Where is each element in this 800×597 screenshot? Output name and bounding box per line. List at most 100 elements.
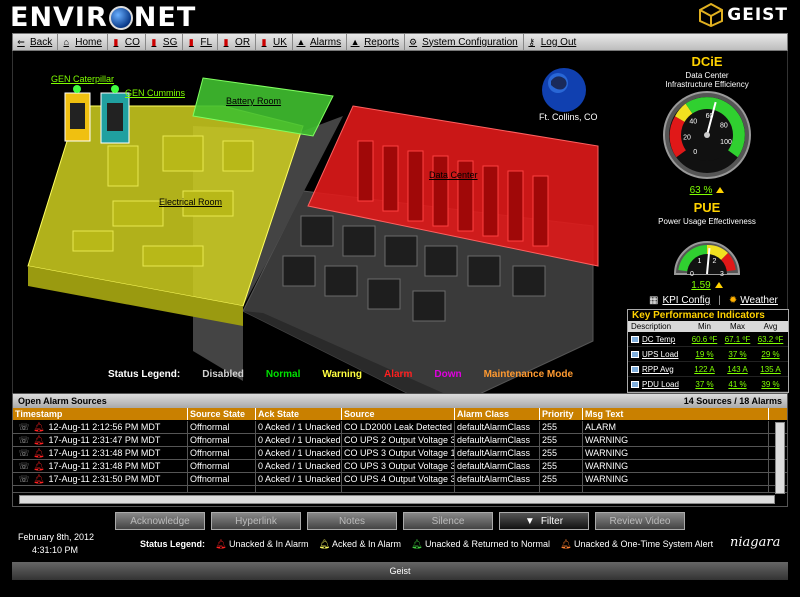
dcie-subtitle-1: Data Center bbox=[685, 71, 729, 80]
alarm-summary: 14 Sources / 18 Alarms bbox=[683, 396, 782, 406]
kpi-desc-text: RPP Avg bbox=[642, 364, 674, 374]
acknowledge-button[interactable]: Acknowledge bbox=[115, 512, 205, 530]
alarm-source: CO UPS 3 Output Voltage 1 bbox=[344, 447, 455, 459]
divider: | bbox=[718, 295, 721, 306]
alarm-msg: ALARM bbox=[583, 421, 769, 433]
kpi-row[interactable]: DC Temp 60.6 ºF 67.1 ºF 63.2 ºF bbox=[628, 332, 788, 347]
battery-room-link[interactable]: Battery Room bbox=[226, 96, 281, 106]
data-center-link[interactable]: Data Center bbox=[429, 170, 478, 180]
nav-system-configuration[interactable]: ⚙ System Configuration bbox=[405, 34, 524, 50]
col-source-state[interactable]: Source State bbox=[188, 408, 256, 420]
legend-text: Acked & In Alarm bbox=[331, 539, 401, 549]
kpi-desc[interactable]: DC Temp bbox=[628, 332, 688, 346]
col-alarm-class[interactable]: Alarm Class bbox=[455, 408, 540, 420]
dcie-gauge: 020406080100 bbox=[663, 91, 751, 179]
kpi-min[interactable]: 19 % bbox=[688, 347, 721, 361]
nav-or[interactable]: ▮ OR bbox=[218, 34, 257, 50]
kpi-avg[interactable]: 135 A bbox=[754, 362, 787, 376]
nav-alarms[interactable]: ▲ Alarms bbox=[293, 34, 348, 50]
kpi-min[interactable]: 37 % bbox=[688, 377, 721, 391]
col-msg-text[interactable]: Msg Text bbox=[583, 408, 769, 420]
nav-home[interactable]: ⌂ Home bbox=[58, 34, 108, 50]
kpi-config-link[interactable]: KPI Config bbox=[662, 295, 710, 306]
globe-icon bbox=[108, 5, 133, 30]
kpi-config-icon: ▦ bbox=[649, 295, 659, 306]
kpi-desc[interactable]: RPP Avg bbox=[628, 362, 688, 376]
gen-cummins-link[interactable]: GEN Cummins bbox=[125, 88, 185, 98]
nav-reports[interactable]: ▲ Reports bbox=[347, 34, 406, 50]
back-arrow-icon: ⇐ bbox=[17, 37, 25, 47]
horizontal-scrollbar[interactable] bbox=[19, 495, 775, 504]
alarm-source: CO UPS 3 Output Voltage 3 bbox=[344, 460, 455, 472]
nav-label: Home bbox=[75, 36, 102, 48]
kpi-min[interactable]: 122 A bbox=[688, 362, 721, 376]
kpi-desc[interactable]: PDU Load bbox=[628, 377, 688, 391]
kpi-desc-text: DC Temp bbox=[642, 334, 676, 344]
filter-button[interactable]: ▼ Filter bbox=[499, 512, 589, 530]
alarm-source: CO UPS 4 Output Voltage 3 bbox=[344, 473, 455, 485]
silence-button[interactable]: Silence bbox=[403, 512, 493, 530]
kpi-avg[interactable]: 39 % bbox=[754, 377, 787, 391]
gen-caterpillar-link[interactable]: GEN Caterpillar bbox=[51, 74, 114, 84]
kpi-avg[interactable]: 29 % bbox=[754, 347, 787, 361]
alarm-row[interactable]: ☏ 🔔︎ 17-Aug-11 2:31:48 PM MDT Offnormal 0 … bbox=[13, 460, 787, 473]
nav-back[interactable]: ⇐ Back bbox=[13, 34, 59, 50]
kpi-avg[interactable]: 63.2 ºF bbox=[754, 332, 787, 346]
alarm-row[interactable]: ☏ 🔔︎ 17-Aug-11 2:31:48 PM MDT Offnormal 0 … bbox=[13, 447, 787, 460]
col-ack-state[interactable]: Ack State bbox=[256, 408, 342, 420]
nav-sg[interactable]: ▮ SG bbox=[146, 34, 184, 50]
bell-icon: 🔔︎ bbox=[33, 474, 45, 484]
nav-label: UK bbox=[273, 36, 287, 48]
alarm-row[interactable]: ☏ 🔔︎ 12-Aug-11 2:12:56 PM MDT Offnormal 0 … bbox=[13, 421, 787, 434]
alarm-row-partial[interactable] bbox=[13, 486, 787, 493]
status-indicator bbox=[73, 85, 81, 93]
site-globe-icon[interactable] bbox=[542, 68, 586, 112]
alarm-source: CO UPS 2 Output Voltage 3 bbox=[344, 434, 455, 446]
legend-warning: Warning bbox=[322, 369, 362, 380]
bell-icon: 🔔︎ bbox=[33, 435, 45, 445]
bell-icon: 🔔︎ bbox=[560, 539, 572, 549]
nav-fl[interactable]: ▮ FL bbox=[183, 34, 219, 50]
nav-co[interactable]: ▮ CO bbox=[108, 34, 146, 50]
kpi-max[interactable]: 67.1 ºF bbox=[721, 332, 754, 346]
kpi-min[interactable]: 60.6 ºF bbox=[688, 332, 721, 346]
pue-value[interactable]: 1.59 bbox=[625, 280, 789, 291]
header: ENVIR NET GEIST bbox=[0, 0, 800, 33]
kpi-max[interactable]: 143 A bbox=[721, 362, 754, 376]
vertical-scrollbar[interactable] bbox=[775, 422, 785, 494]
alarm-ack-state: 0 Acked / 1 Unacked bbox=[258, 473, 342, 485]
review-video-button[interactable]: Review Video bbox=[595, 512, 685, 530]
kpi-desc[interactable]: UPS Load bbox=[628, 347, 688, 361]
bell-icon: 🔔︎ bbox=[33, 461, 45, 471]
col-priority[interactable]: Priority bbox=[540, 408, 583, 420]
electrical-room-link[interactable]: Electrical Room bbox=[159, 197, 222, 207]
button-label: Silence bbox=[431, 515, 465, 527]
kpi-max[interactable]: 37 % bbox=[721, 347, 754, 361]
phone-icon: ☏ bbox=[18, 474, 30, 484]
col-timestamp[interactable]: Timestamp bbox=[13, 408, 188, 420]
kpi-max[interactable]: 41 % bbox=[721, 377, 754, 391]
dcie-value[interactable]: 63 % bbox=[625, 185, 789, 196]
dcie-tick-label: 100 bbox=[720, 139, 732, 146]
kpi-row[interactable]: UPS Load 19 % 37 % 29 % bbox=[628, 347, 788, 362]
legend-text: Unacked & In Alarm bbox=[228, 539, 309, 549]
kpi-desc-text: PDU Load bbox=[642, 379, 679, 389]
weather-link[interactable]: Weather bbox=[740, 295, 778, 306]
col-source[interactable]: Source bbox=[342, 408, 455, 420]
alarm-row[interactable]: ☏ 🔔︎ 17-Aug-11 2:31:47 PM MDT Offnormal 0 … bbox=[13, 434, 787, 447]
report-icon: ▲ bbox=[350, 37, 360, 47]
generator-caterpillar[interactable] bbox=[64, 85, 91, 142]
nav-log-out[interactable]: ⚷ Log Out bbox=[524, 34, 582, 50]
alarm-header: Open Alarm Sources 14 Sources / 18 Alarm… bbox=[13, 394, 787, 408]
site-location-label[interactable]: Ft. Collins, CO bbox=[539, 112, 598, 122]
kpi-row[interactable]: RPP Avg 122 A 143 A 135 A bbox=[628, 362, 788, 377]
legend-alarm: Alarm bbox=[384, 369, 413, 380]
alarm-class: defaultAlarmClass bbox=[455, 473, 540, 485]
notes-button[interactable]: Notes bbox=[307, 512, 397, 530]
alarm-ack-state bbox=[256, 486, 342, 492]
kpi-row[interactable]: PDU Load 37 % 41 % 39 % bbox=[628, 377, 788, 392]
kpi-desc-text: UPS Load bbox=[642, 349, 679, 359]
hyperlink-button[interactable]: Hyperlink bbox=[211, 512, 301, 530]
alarm-row[interactable]: ☏ 🔔︎ 17-Aug-11 2:31:50 PM MDT Offnormal 0 … bbox=[13, 473, 787, 486]
nav-uk[interactable]: ▮ UK bbox=[256, 34, 293, 50]
